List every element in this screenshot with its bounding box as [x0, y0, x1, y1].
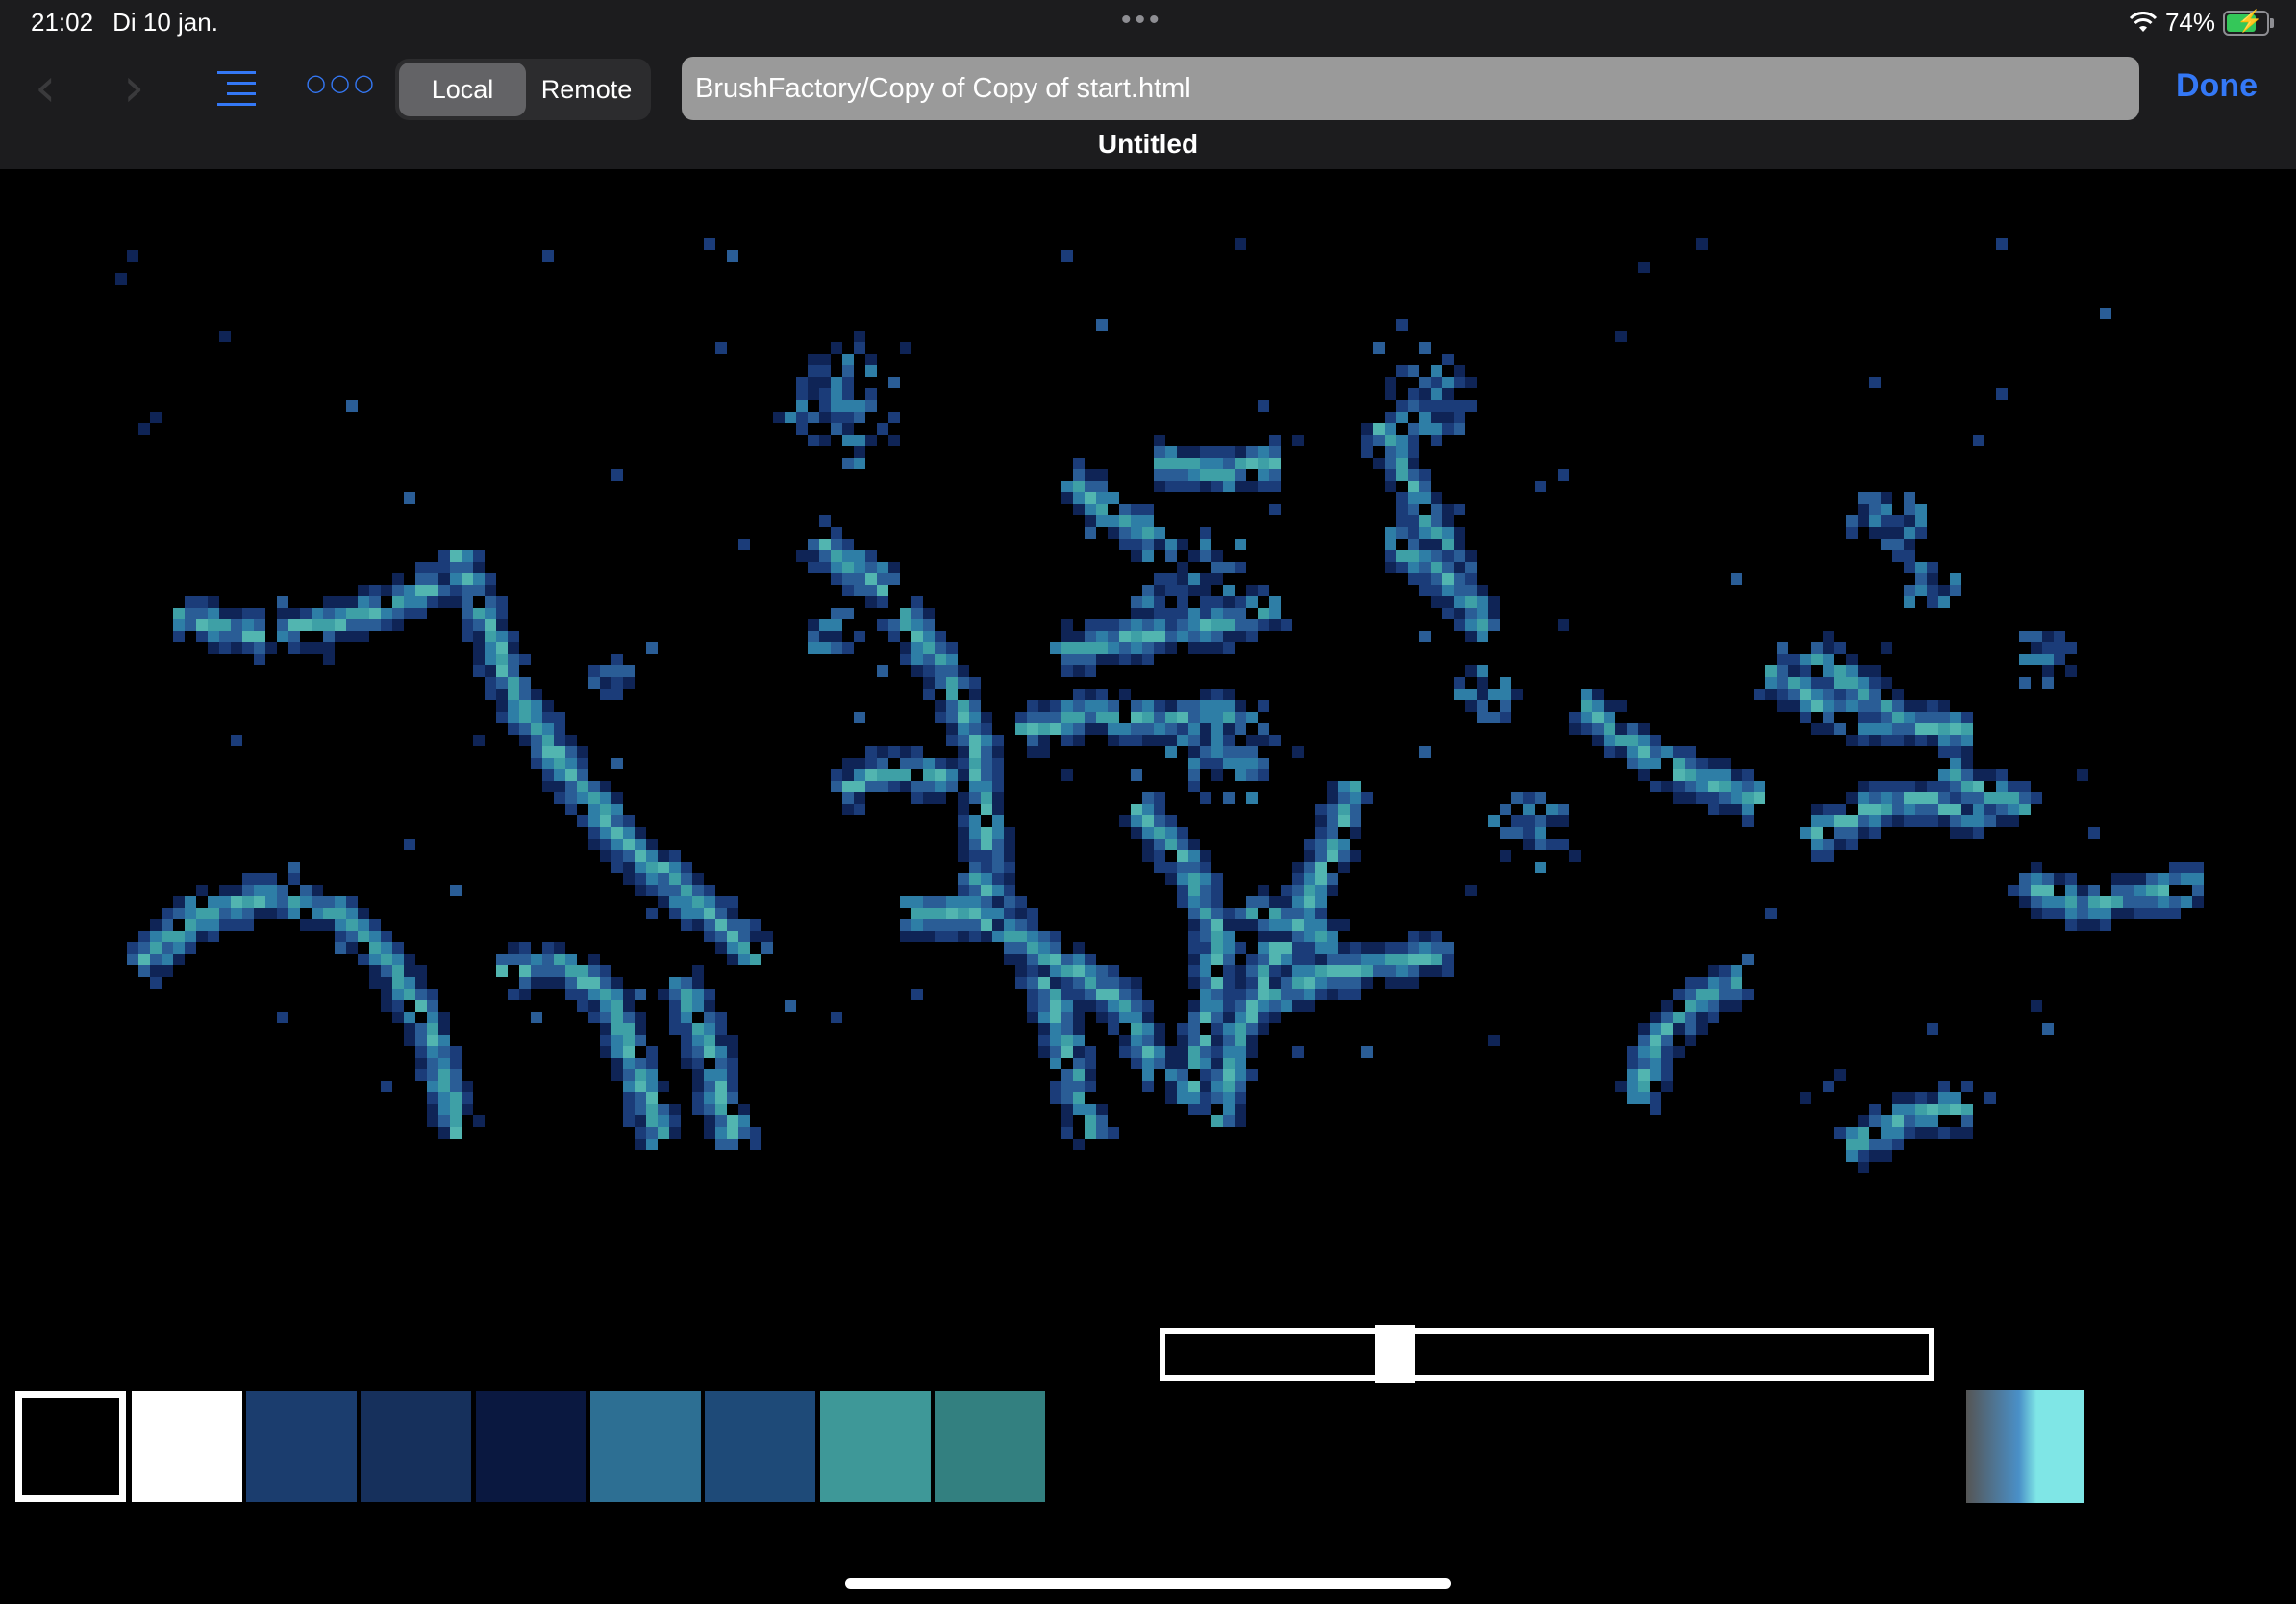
palette-swatch[interactable]: [590, 1391, 701, 1502]
forward-icon[interactable]: ›: [123, 62, 144, 115]
palette-swatch[interactable]: [132, 1391, 242, 1502]
ellipsis-icon[interactable]: ○○○: [306, 69, 378, 96]
palette-swatch[interactable]: [820, 1391, 931, 1502]
document-title: Untitled: [1097, 129, 1199, 159]
status-bar-indicators: 74% ⚡: [2129, 8, 2274, 38]
palette-swatch[interactable]: [361, 1391, 471, 1502]
brush-strokes: [115, 238, 2204, 1173]
local-remote-segmented-control: Local Remote: [395, 59, 651, 120]
back-icon[interactable]: ‹: [35, 62, 56, 115]
multitasking-dots-icon[interactable]: •••: [1121, 4, 1163, 37]
table-of-contents-icon[interactable]: [217, 71, 256, 106]
palette-swatch[interactable]: [246, 1391, 357, 1502]
home-indicator: [845, 1578, 1451, 1589]
gradient-color-swatch[interactable]: [1966, 1390, 2084, 1503]
status-date: Di 10 jan.: [112, 8, 218, 37]
palette-swatch[interactable]: [935, 1391, 1045, 1502]
charging-bolt-icon: ⚡: [2236, 8, 2263, 33]
segment-local[interactable]: Local: [399, 63, 526, 116]
status-time: 21:02: [31, 8, 94, 37]
file-path-field[interactable]: BrushFactory/Copy of Copy of start.html: [682, 57, 2139, 120]
status-bar-time: 21:02 Di 10 jan.: [31, 8, 237, 38]
brush-size-slider[interactable]: [1160, 1328, 1934, 1381]
battery-icon: ⚡: [2223, 8, 2274, 36]
segment-remote[interactable]: Remote: [526, 63, 647, 116]
wifi-icon: [2129, 11, 2158, 32]
top-bar: 21:02 Di 10 jan. ••• 74% ⚡ ‹ › ○○○ Local …: [0, 0, 2296, 169]
drawing-canvas[interactable]: [0, 169, 2296, 1323]
done-button[interactable]: Done: [2176, 67, 2258, 105]
palette-swatch[interactable]: [476, 1391, 586, 1502]
battery-percent: 74%: [2164, 8, 2215, 37]
palette-swatch[interactable]: [705, 1391, 815, 1502]
palette-swatch[interactable]: [15, 1391, 126, 1502]
brush-size-slider-thumb[interactable]: [1375, 1325, 1416, 1383]
